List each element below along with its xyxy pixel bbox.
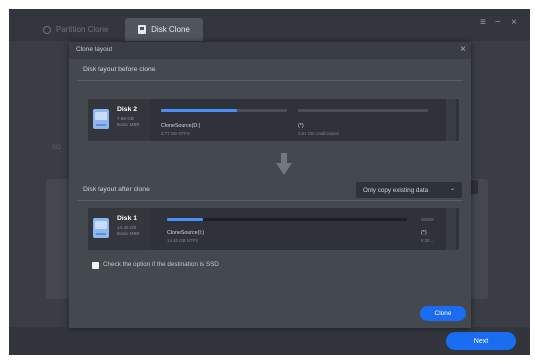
chevron-down-icon: ⌄	[449, 186, 455, 192]
menu-icon[interactable]: ≡	[480, 17, 486, 28]
partition-bar[interactable]	[167, 218, 407, 221]
partition-bar	[161, 109, 287, 112]
disk-type: Basic MBR	[117, 231, 140, 236]
partition-name: (*)	[298, 123, 304, 129]
disk-row-before: Disk 2 7.68 GB Basic MBR CloneSource(D:)…	[88, 99, 459, 141]
clone-button[interactable]: Clone	[420, 306, 466, 321]
tab-label: Partition Clone	[56, 25, 109, 34]
dialog-close-icon[interactable]: ×	[460, 44, 466, 55]
partition-name: CloneSource(D:)	[161, 123, 201, 129]
disk-size: 7.68 GB	[117, 116, 134, 121]
partition-info: 3.77 GB NTFS	[161, 131, 190, 136]
disk-info: Disk 1 14.45 GB Basic MBR	[88, 208, 150, 250]
hard-disk-icon	[93, 218, 109, 238]
app-window: Partition Clone Disk Clone ≡ − × SO Next…	[9, 9, 530, 355]
background-scrollbar[interactable]	[471, 180, 478, 194]
dropdown-value: Only copy existing data	[363, 186, 429, 194]
top-bar: Partition Clone Disk Clone ≡ − ×	[9, 9, 530, 41]
disk-type: Basic MBR	[117, 122, 140, 127]
partition-info: 14.45 GB NTFS	[167, 238, 199, 243]
divider	[77, 80, 463, 81]
disk-name: Disk 1	[117, 215, 138, 222]
disk-info: Disk 2 7.68 GB Basic MBR	[88, 99, 150, 141]
unallocated-bar	[298, 109, 428, 112]
tab-partition-clone[interactable]: Partition Clone	[43, 18, 108, 41]
partition-name: (*)	[421, 230, 427, 236]
disk-row-after: Disk 1 14.45 GB Basic MBR CloneSource(I:…	[88, 208, 459, 250]
clone-mode-dropdown[interactable]: Only copy existing data ⌄	[356, 182, 462, 198]
before-clone-label: Disk layout before clone	[83, 66, 156, 73]
minimize-icon[interactable]: −	[495, 17, 501, 28]
partition-info: 3.91 GB Unallocated	[298, 131, 339, 136]
row-scrollbar[interactable]	[446, 208, 456, 250]
background-section-label: SO	[52, 145, 61, 151]
row-scrollbar[interactable]	[446, 99, 456, 141]
partition-info: 8.38 ...	[421, 238, 435, 243]
disk-size: 14.45 GB	[117, 225, 137, 230]
partition-bar-fill	[161, 109, 237, 112]
ssd-option-checkbox[interactable]	[92, 262, 99, 269]
divider	[77, 200, 463, 201]
tab-disk-clone[interactable]: Disk Clone	[125, 18, 203, 41]
dialog-title-bar: Clone layout ×	[69, 42, 471, 59]
disk-name: Disk 2	[117, 106, 138, 113]
partition-clone-icon	[43, 25, 51, 34]
dialog-title: Clone layout	[76, 46, 113, 53]
after-clone-label: Disk layout after clone	[83, 186, 150, 193]
close-icon[interactable]: ×	[511, 17, 517, 28]
clone-layout-dialog: Clone layout × Disk layout before clone …	[69, 42, 471, 328]
unallocated-bar	[421, 218, 434, 221]
hard-disk-icon	[93, 109, 109, 129]
tab-label: Disk Clone	[151, 25, 190, 34]
ssd-option-label[interactable]: Check the option if the destination is S…	[103, 261, 219, 268]
partition-name: CloneSource(I:)	[167, 230, 205, 236]
partition-bar-fill	[167, 218, 203, 221]
arrow-down-icon	[276, 153, 292, 175]
disk-clone-icon	[138, 25, 147, 34]
next-button[interactable]: Next	[446, 332, 516, 350]
